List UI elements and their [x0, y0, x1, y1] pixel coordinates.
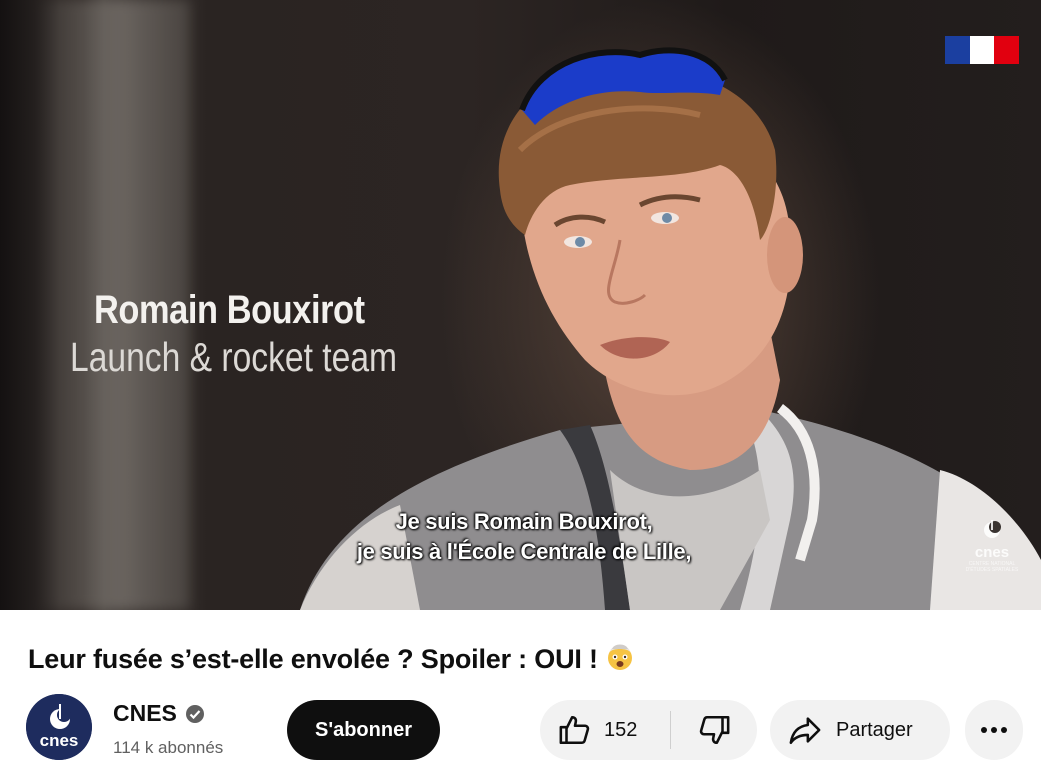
subscribe-button[interactable]: S'abonner: [287, 700, 440, 760]
subtitle-line-2: je suis à l'École Centrale de Lille,: [356, 539, 692, 564]
channel-name[interactable]: CNES: [113, 700, 205, 727]
french-republic-logo: [945, 36, 1020, 64]
more-actions-button[interactable]: [965, 700, 1023, 760]
subtitle-line-1: Je suis Romain Bouxirot,: [395, 509, 653, 534]
channel-name-text[interactable]: CNES: [113, 700, 177, 727]
speaker-role: Launch & rocket team: [70, 334, 398, 380]
channel-avatar[interactable]: cnes: [26, 694, 92, 760]
share-arrow-icon: [789, 717, 821, 745]
dislike-button[interactable]: [671, 700, 757, 760]
watermark-subtext: CENTRE NATIONAL D'ÉTUDES SPATIALES: [965, 561, 1019, 573]
share-label: Partager: [836, 718, 913, 741]
more-horizontal-icon: [981, 727, 1007, 733]
share-button[interactable]: Partager: [770, 700, 950, 760]
lower-third: Romain Bouxirot Launch & rocket team: [70, 288, 430, 382]
video-player[interactable]: Romain Bouxirot Launch & rocket team Je …: [0, 0, 1041, 610]
video-subtitles: Je suis Romain Bouxirot, je suis à l'Éco…: [300, 507, 748, 567]
cnes-watermark: cnes CENTRE NATIONAL D'ÉTUDES SPATIALES: [965, 518, 1019, 573]
thumbs-down-icon: [699, 715, 730, 745]
watermark-text: cnes: [974, 544, 1010, 561]
video-title-text: Leur fusée s’est-elle envolée ? Spoiler …: [28, 644, 598, 674]
thumbs-up-icon: [559, 715, 590, 745]
subscriber-count: 114 k abonnés: [113, 738, 224, 757]
verified-check-icon: [185, 704, 204, 723]
video-title: Leur fusée s’est-elle envolée ? Spoiler …: [28, 640, 636, 679]
exploding-head-emoji: [604, 640, 636, 679]
like-dislike-group: 152: [540, 700, 757, 760]
avatar-text: cnes: [40, 731, 79, 750]
cnes-logo-icon: [984, 520, 1001, 538]
speaker-name: Romain Bouxirot: [94, 288, 365, 332]
like-button[interactable]: 152: [540, 700, 670, 760]
like-count: 152: [604, 718, 638, 741]
